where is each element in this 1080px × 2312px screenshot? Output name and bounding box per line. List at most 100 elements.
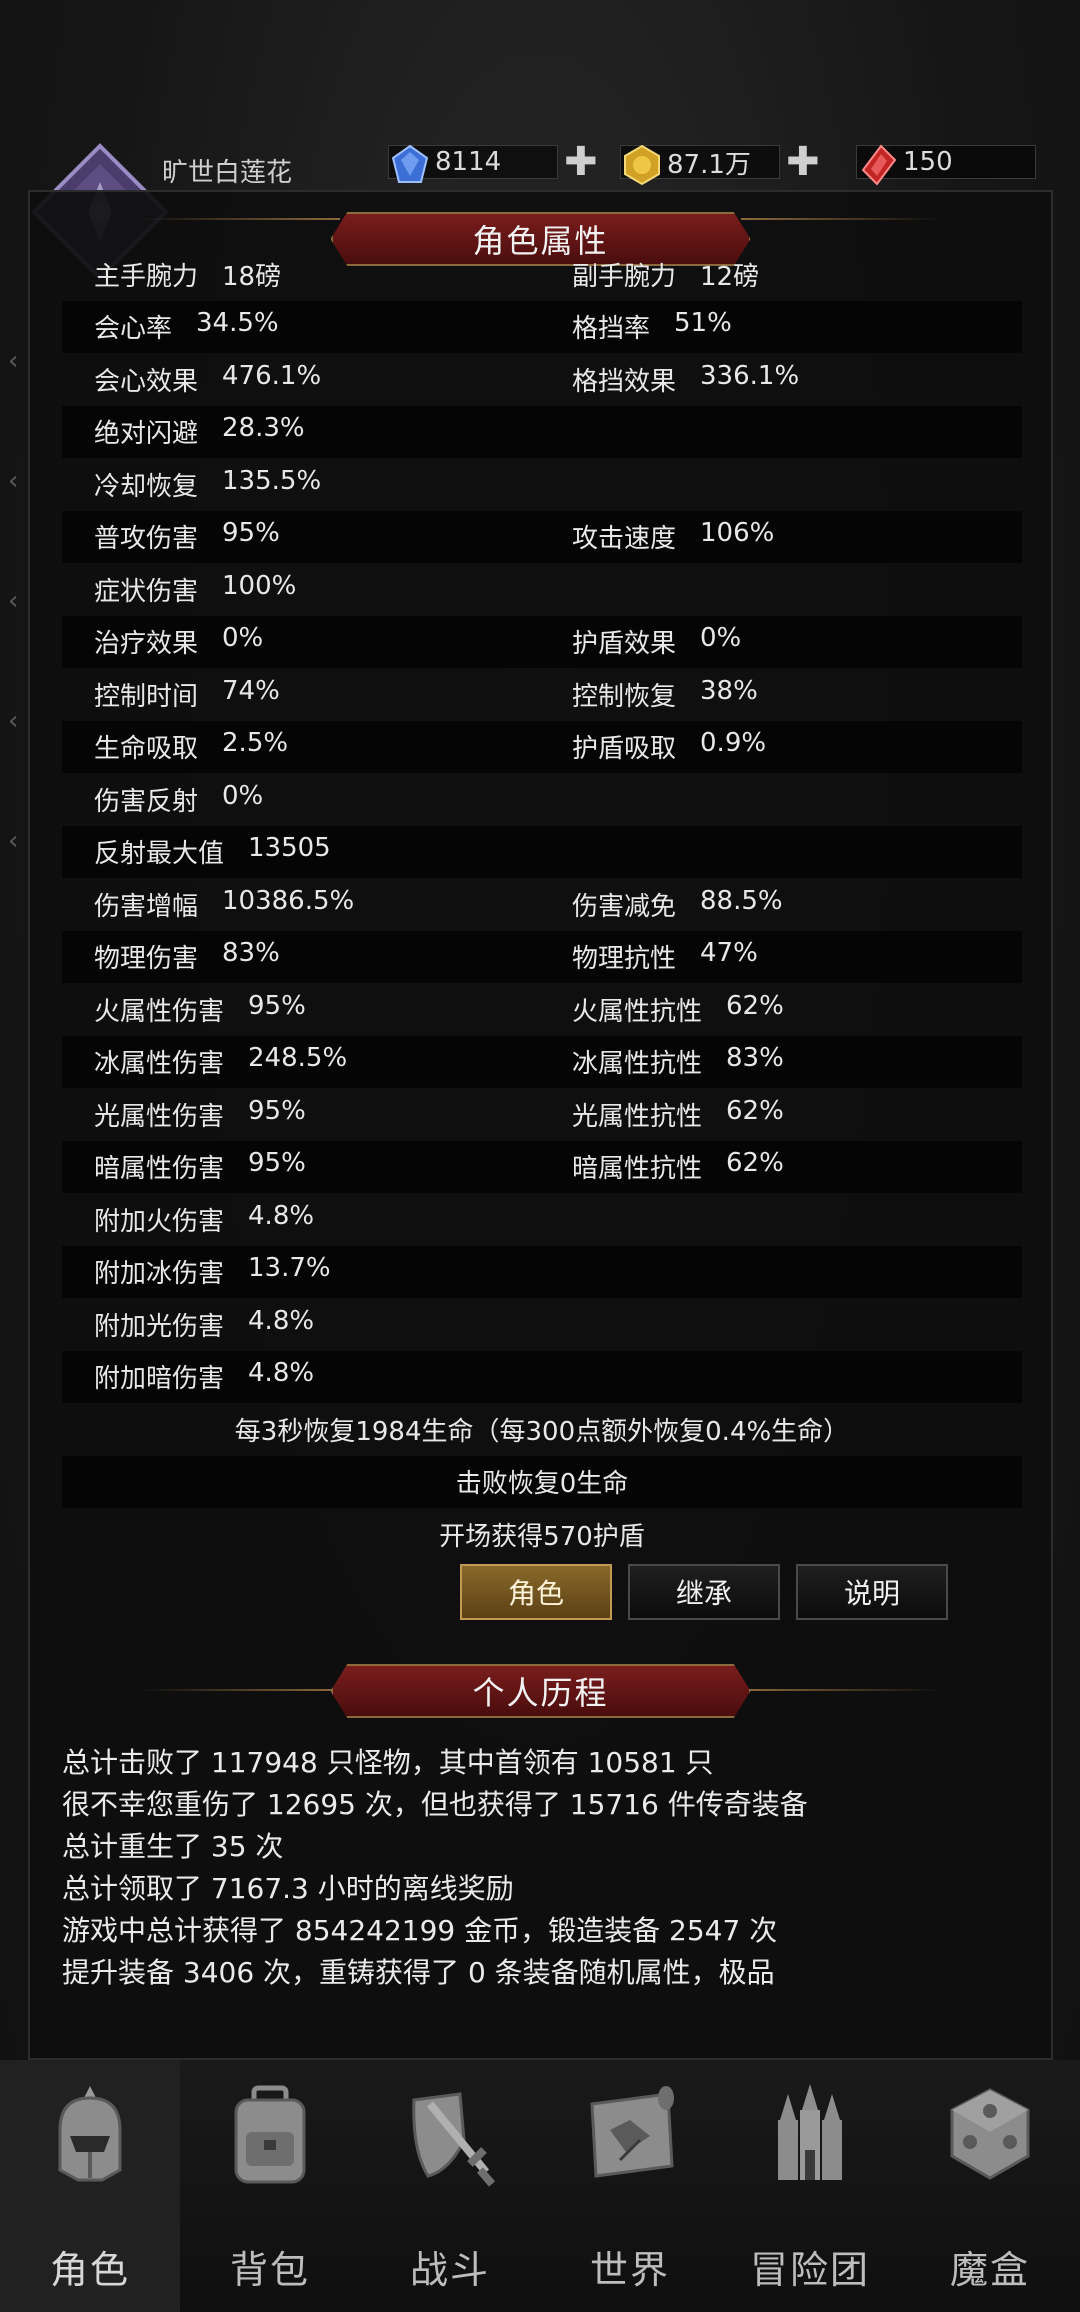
attribute-label: 格挡率 — [572, 314, 651, 345]
attribute-cell: 护盾效果 0% — [572, 623, 1022, 660]
nav-battle[interactable]: 战斗 — [360, 2060, 540, 2312]
attribute-label: 火属性抗性 — [572, 996, 703, 1027]
attribute-cell: 火属性伤害 95% — [62, 991, 572, 1028]
attribute-value: 0.9% — [700, 728, 767, 759]
attribute-cell: 症状伤害 100% — [62, 571, 572, 608]
shield-sword-icon — [412, 2092, 496, 2187]
attribute-row: 主手腕力 18磅 副手腕力 12磅 — [62, 248, 1022, 301]
attribute-value: 38% — [700, 675, 758, 706]
add-gold-button[interactable]: ✚ — [786, 142, 820, 182]
regen-info-text: 每3秒恢复1984生命（每300点额外恢复0.4%生命） — [234, 1416, 850, 1447]
attribute-cell: 冷却恢复 135.5% — [62, 466, 572, 503]
history-title: 个人历程 — [472, 1674, 609, 1712]
role-button[interactable]: 角色 — [460, 1564, 612, 1620]
attribute-value: 4.8% — [248, 1305, 315, 1336]
background-arrow-icon: ‹ — [8, 826, 19, 856]
attribute-value: 62% — [726, 1148, 784, 1179]
attribute-label: 治疗效果 — [94, 629, 199, 660]
attribute-value: 95% — [248, 1095, 306, 1126]
attribute-row: 物理伤害 83% 物理抗性 47% — [62, 930, 1022, 983]
attribute-label: 护盾效果 — [572, 629, 677, 660]
add-gems-button[interactable]: ✚ — [564, 142, 598, 182]
attribute-label: 暗属性伤害 — [94, 1154, 225, 1185]
attribute-cell: 光属性伤害 95% — [62, 1096, 572, 1133]
attribute-value: 95% — [222, 518, 280, 549]
attribute-cell: 附加暗伤害 4.8% — [62, 1358, 572, 1395]
attribute-cell: 冰属性伤害 248.5% — [62, 1043, 572, 1080]
attribute-row: 伤害增幅 10386.5% 伤害减免 88.5% — [62, 878, 1022, 931]
attribute-value: 13505 — [248, 833, 331, 864]
attribute-row: 伤害反射 0% — [62, 773, 1022, 826]
banner-divider — [140, 218, 340, 220]
background-arrow-icon: ‹ — [8, 466, 19, 496]
inherit-button[interactable]: 继承 — [628, 1564, 780, 1620]
attribute-cell: 会心效果 476.1% — [62, 361, 572, 398]
attribute-label: 攻击速度 — [572, 524, 677, 555]
explain-button[interactable]: 说明 — [796, 1564, 948, 1620]
attribute-label: 暗属性抗性 — [572, 1154, 703, 1185]
attribute-cell: 物理伤害 83% — [62, 938, 572, 975]
backpack-icon — [234, 2085, 306, 2184]
attribute-row: 火属性伤害 95% 火属性抗性 62% — [62, 983, 1022, 1036]
nav-magic-box[interactable]: 魔盒 — [900, 2060, 1080, 2312]
history-line: 总计击败了 117948 只怪物，其中首领有 10581 只 — [62, 1746, 714, 1779]
currency-crystal: 150 — [856, 142, 1036, 186]
attribute-value: 336.1% — [700, 360, 800, 391]
attribute-list: 主手腕力 18磅 副手腕力 12磅会心率 34.5% 格挡率 51% 会心效果 476.1% 格挡… — [62, 248, 1022, 1561]
gem-amount: 8114 — [435, 147, 502, 177]
attribute-label: 症状伤害 — [94, 576, 199, 607]
attribute-value: 13.7% — [248, 1253, 331, 1284]
attribute-value: 62% — [726, 990, 784, 1021]
attribute-row: 冷却恢复 135.5% — [62, 458, 1022, 511]
attribute-label: 会心效果 — [94, 366, 199, 397]
attribute-row: 冰属性伤害 248.5% 冰属性抗性 83% — [62, 1035, 1022, 1088]
red-crystal-icon — [861, 144, 897, 186]
attribute-row: 附加冰伤害 13.7% — [62, 1245, 1022, 1298]
attribute-cell: 附加火伤害 4.8% — [62, 1201, 572, 1238]
attribute-value: 83% — [726, 1043, 784, 1074]
opening-shield-info: 开场获得570护盾 — [62, 1508, 1022, 1561]
nav-adventure-group[interactable]: 冒险团 — [720, 2060, 900, 2312]
attribute-row: 光属性伤害 95% 光属性抗性 62% — [62, 1088, 1022, 1141]
nav-backpack[interactable]: 背包 — [180, 2060, 360, 2312]
attribute-label: 伤害反射 — [94, 786, 199, 817]
attribute-cell: 会心率 34.5% — [62, 308, 572, 345]
attribute-value: 47% — [700, 938, 758, 969]
castle-icon — [778, 2084, 842, 2180]
attribute-cell: 暗属性伤害 95% — [62, 1148, 572, 1185]
attribute-value: 51% — [674, 308, 732, 339]
attribute-cell: 控制时间 74% — [62, 676, 572, 713]
attribute-label: 护盾吸取 — [572, 734, 677, 765]
history-line: 总计重生了 35 次 — [62, 1830, 284, 1863]
knight-helmet-icon — [58, 2086, 122, 2182]
banner-divider — [140, 1689, 340, 1691]
nav-world[interactable]: 世界 — [540, 2060, 720, 2312]
attribute-label: 绝对闪避 — [94, 419, 199, 450]
attribute-panel: 角色属性 主手腕力 18磅 副手腕力 12磅 会心率 34.5% 格挡率 51% 会心效果 476… — [28, 190, 1053, 2060]
attribute-label: 附加冰伤害 — [94, 1259, 225, 1290]
attribute-label: 附加光伤害 — [94, 1311, 225, 1342]
attribute-label: 物理伤害 — [94, 944, 199, 975]
history-text: 总计击败了 117948 只怪物，其中首领有 10581 只 很不幸您重伤了 1… — [62, 1742, 1002, 1994]
attribute-cell: 暗属性抗性 62% — [572, 1148, 1022, 1185]
attribute-label: 冰属性伤害 — [94, 1049, 225, 1080]
attribute-cell: 普攻伤害 95% — [62, 518, 572, 555]
attribute-label: 会心率 — [94, 314, 173, 345]
defeat-heal-info: 击败恢复0生命 — [62, 1455, 1022, 1508]
history-line: 总计领取了 7167.3 小时的离线奖励 — [62, 1872, 514, 1905]
attribute-label: 冷却恢复 — [94, 471, 199, 502]
currency-gems: 8114 ✚ — [388, 142, 598, 183]
attribute-cell: 主手腕力 18磅 — [62, 256, 572, 293]
attribute-row: 普攻伤害 95% 攻击速度 106% — [62, 510, 1022, 563]
attribute-cell: 附加光伤害 4.8% — [62, 1306, 572, 1343]
attribute-label: 格挡效果 — [572, 366, 677, 397]
attribute-cell: 伤害增幅 10386.5% — [62, 886, 572, 923]
attribute-label: 生命吸取 — [94, 734, 199, 765]
background-arrow-icon: ‹ — [8, 706, 19, 736]
attribute-value: 28.3% — [222, 413, 305, 444]
history-title-banner: 个人历程 — [330, 1664, 751, 1718]
nav-role[interactable]: 角色 — [0, 2060, 180, 2312]
attribute-label: 伤害减免 — [572, 891, 677, 922]
map-scroll-icon — [590, 2086, 674, 2178]
attribute-row: 症状伤害 100% — [62, 563, 1022, 616]
